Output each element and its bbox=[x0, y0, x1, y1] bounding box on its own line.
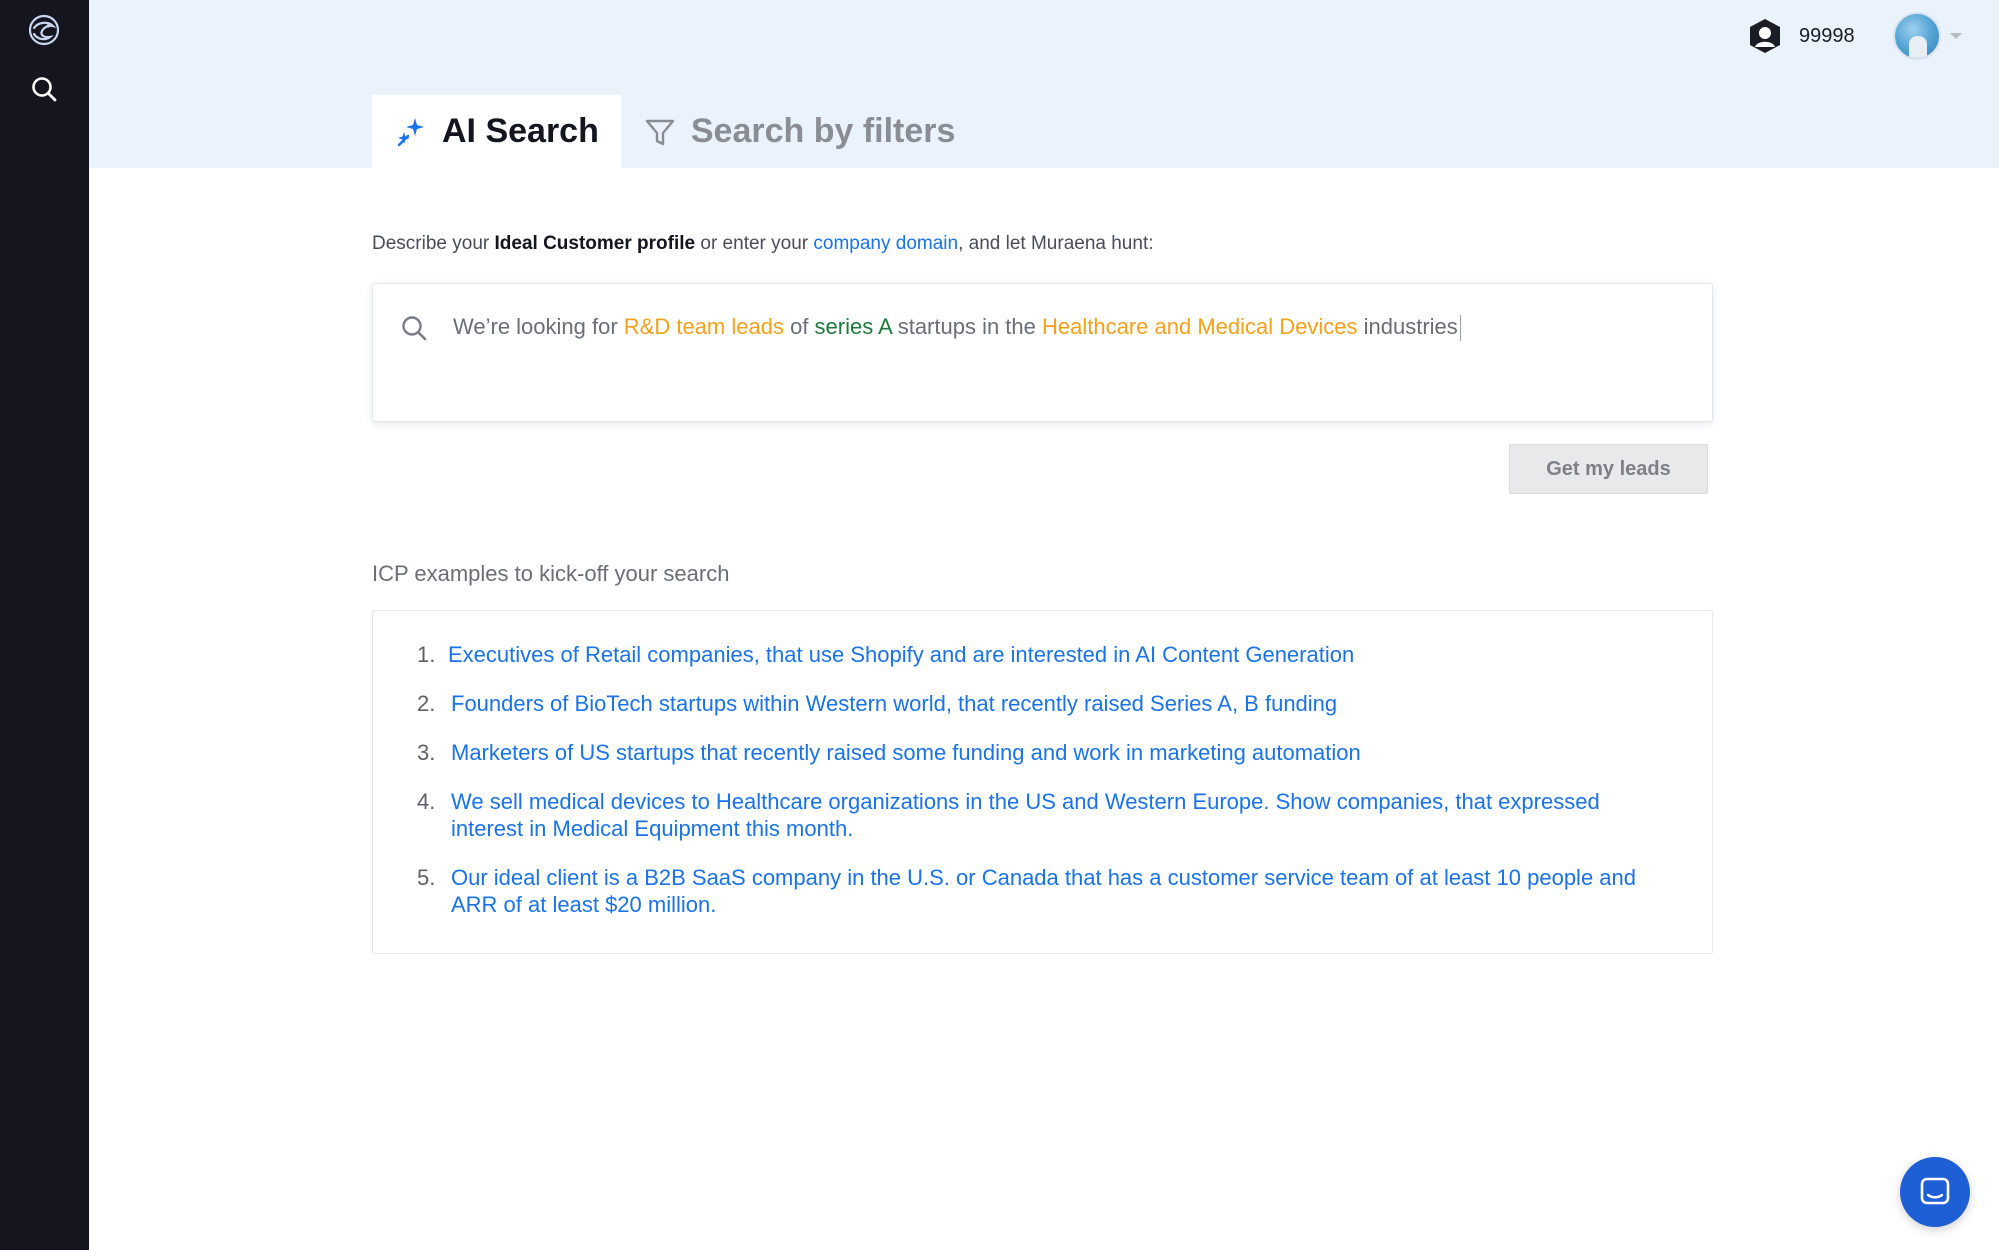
instructions-text: Describe your bbox=[372, 233, 495, 254]
item-text: We sell medical devices to Healthcare or… bbox=[451, 789, 1600, 841]
query-text: of bbox=[783, 314, 815, 339]
search-instructions: Describe your Ideal Customer profile or … bbox=[372, 233, 1154, 255]
tab-label: AI Search bbox=[442, 112, 599, 150]
credits-shield-icon bbox=[1750, 19, 1780, 53]
item-text: Marketers of US startups that recently r… bbox=[451, 740, 1361, 765]
user-menu[interactable] bbox=[1893, 12, 1963, 60]
icp-examples-list: 1. Executives of Retail companies, that … bbox=[372, 610, 1713, 954]
icp-examples-title: ICP examples to kick-off your search bbox=[372, 561, 730, 586]
filter-icon bbox=[645, 119, 675, 145]
item-number: 3. bbox=[417, 740, 436, 765]
avatar[interactable] bbox=[1893, 12, 1941, 60]
search-icon[interactable] bbox=[29, 74, 59, 104]
item-number: 1. bbox=[417, 642, 436, 667]
icp-example-item[interactable]: 4. We sell medical devices to Healthcare… bbox=[417, 788, 1641, 842]
query-highlight-role: R&D team leads bbox=[623, 314, 784, 339]
tab-label: Search by filters bbox=[690, 112, 956, 150]
query-highlight-funding: series A bbox=[814, 314, 892, 339]
tab-ai-search[interactable]: AI Search bbox=[372, 95, 621, 168]
search-mode-tabs: AI Search Search by filters bbox=[372, 95, 977, 168]
instructions-text: , and let Muraena hunt: bbox=[958, 233, 1154, 254]
credits-counter: 99998 bbox=[1745, 14, 1855, 58]
credits-value: 99998 bbox=[1799, 24, 1855, 47]
item-text: Executives of Retail companies, that use… bbox=[448, 642, 1355, 667]
query-text: industries bbox=[1357, 314, 1458, 339]
sparkles-icon bbox=[397, 117, 424, 146]
sidebar bbox=[0, 0, 89, 1250]
company-domain-link[interactable]: company domain bbox=[813, 233, 958, 254]
ideal-customer-profile-text: Ideal Customer profile bbox=[494, 233, 696, 254]
item-text: Founders of BioTech startups within West… bbox=[451, 691, 1338, 716]
query-text: We’re looking for bbox=[453, 314, 624, 339]
tab-search-by-filters[interactable]: Search by filters bbox=[621, 95, 978, 168]
item-text: Our ideal client is a B2B SaaS company i… bbox=[451, 865, 1636, 917]
chevron-down-icon[interactable] bbox=[1949, 31, 1963, 41]
search-query-text[interactable]: We’re looking for R&D team leads of seri… bbox=[453, 314, 1461, 342]
chat-icon bbox=[1920, 1177, 1950, 1205]
item-number: 2. bbox=[417, 691, 436, 716]
ai-search-input[interactable]: We’re looking for R&D team leads of seri… bbox=[372, 283, 1713, 422]
item-number: 5. bbox=[417, 865, 436, 890]
item-number: 4. bbox=[417, 789, 436, 814]
query-highlight-industry: Healthcare and Medical Devices bbox=[1042, 314, 1358, 339]
icp-example-item[interactable]: 3. Marketers of US startups that recentl… bbox=[417, 739, 1641, 766]
get-my-leads-button[interactable]: Get my leads bbox=[1509, 444, 1708, 494]
search-icon bbox=[402, 316, 427, 341]
instructions-text: or enter your bbox=[695, 233, 814, 254]
query-text: startups in the bbox=[891, 314, 1043, 339]
chat-support-button[interactable] bbox=[1900, 1157, 1970, 1227]
icp-example-item[interactable]: 5. Our ideal client is a B2B SaaS compan… bbox=[417, 864, 1641, 918]
text-caret bbox=[1459, 315, 1461, 342]
icp-example-item[interactable]: 1. Executives of Retail companies, that … bbox=[417, 641, 1638, 668]
icp-example-item[interactable]: 2. Founders of BioTech startups within W… bbox=[417, 690, 1641, 717]
muraena-logo-icon[interactable] bbox=[26, 12, 62, 48]
